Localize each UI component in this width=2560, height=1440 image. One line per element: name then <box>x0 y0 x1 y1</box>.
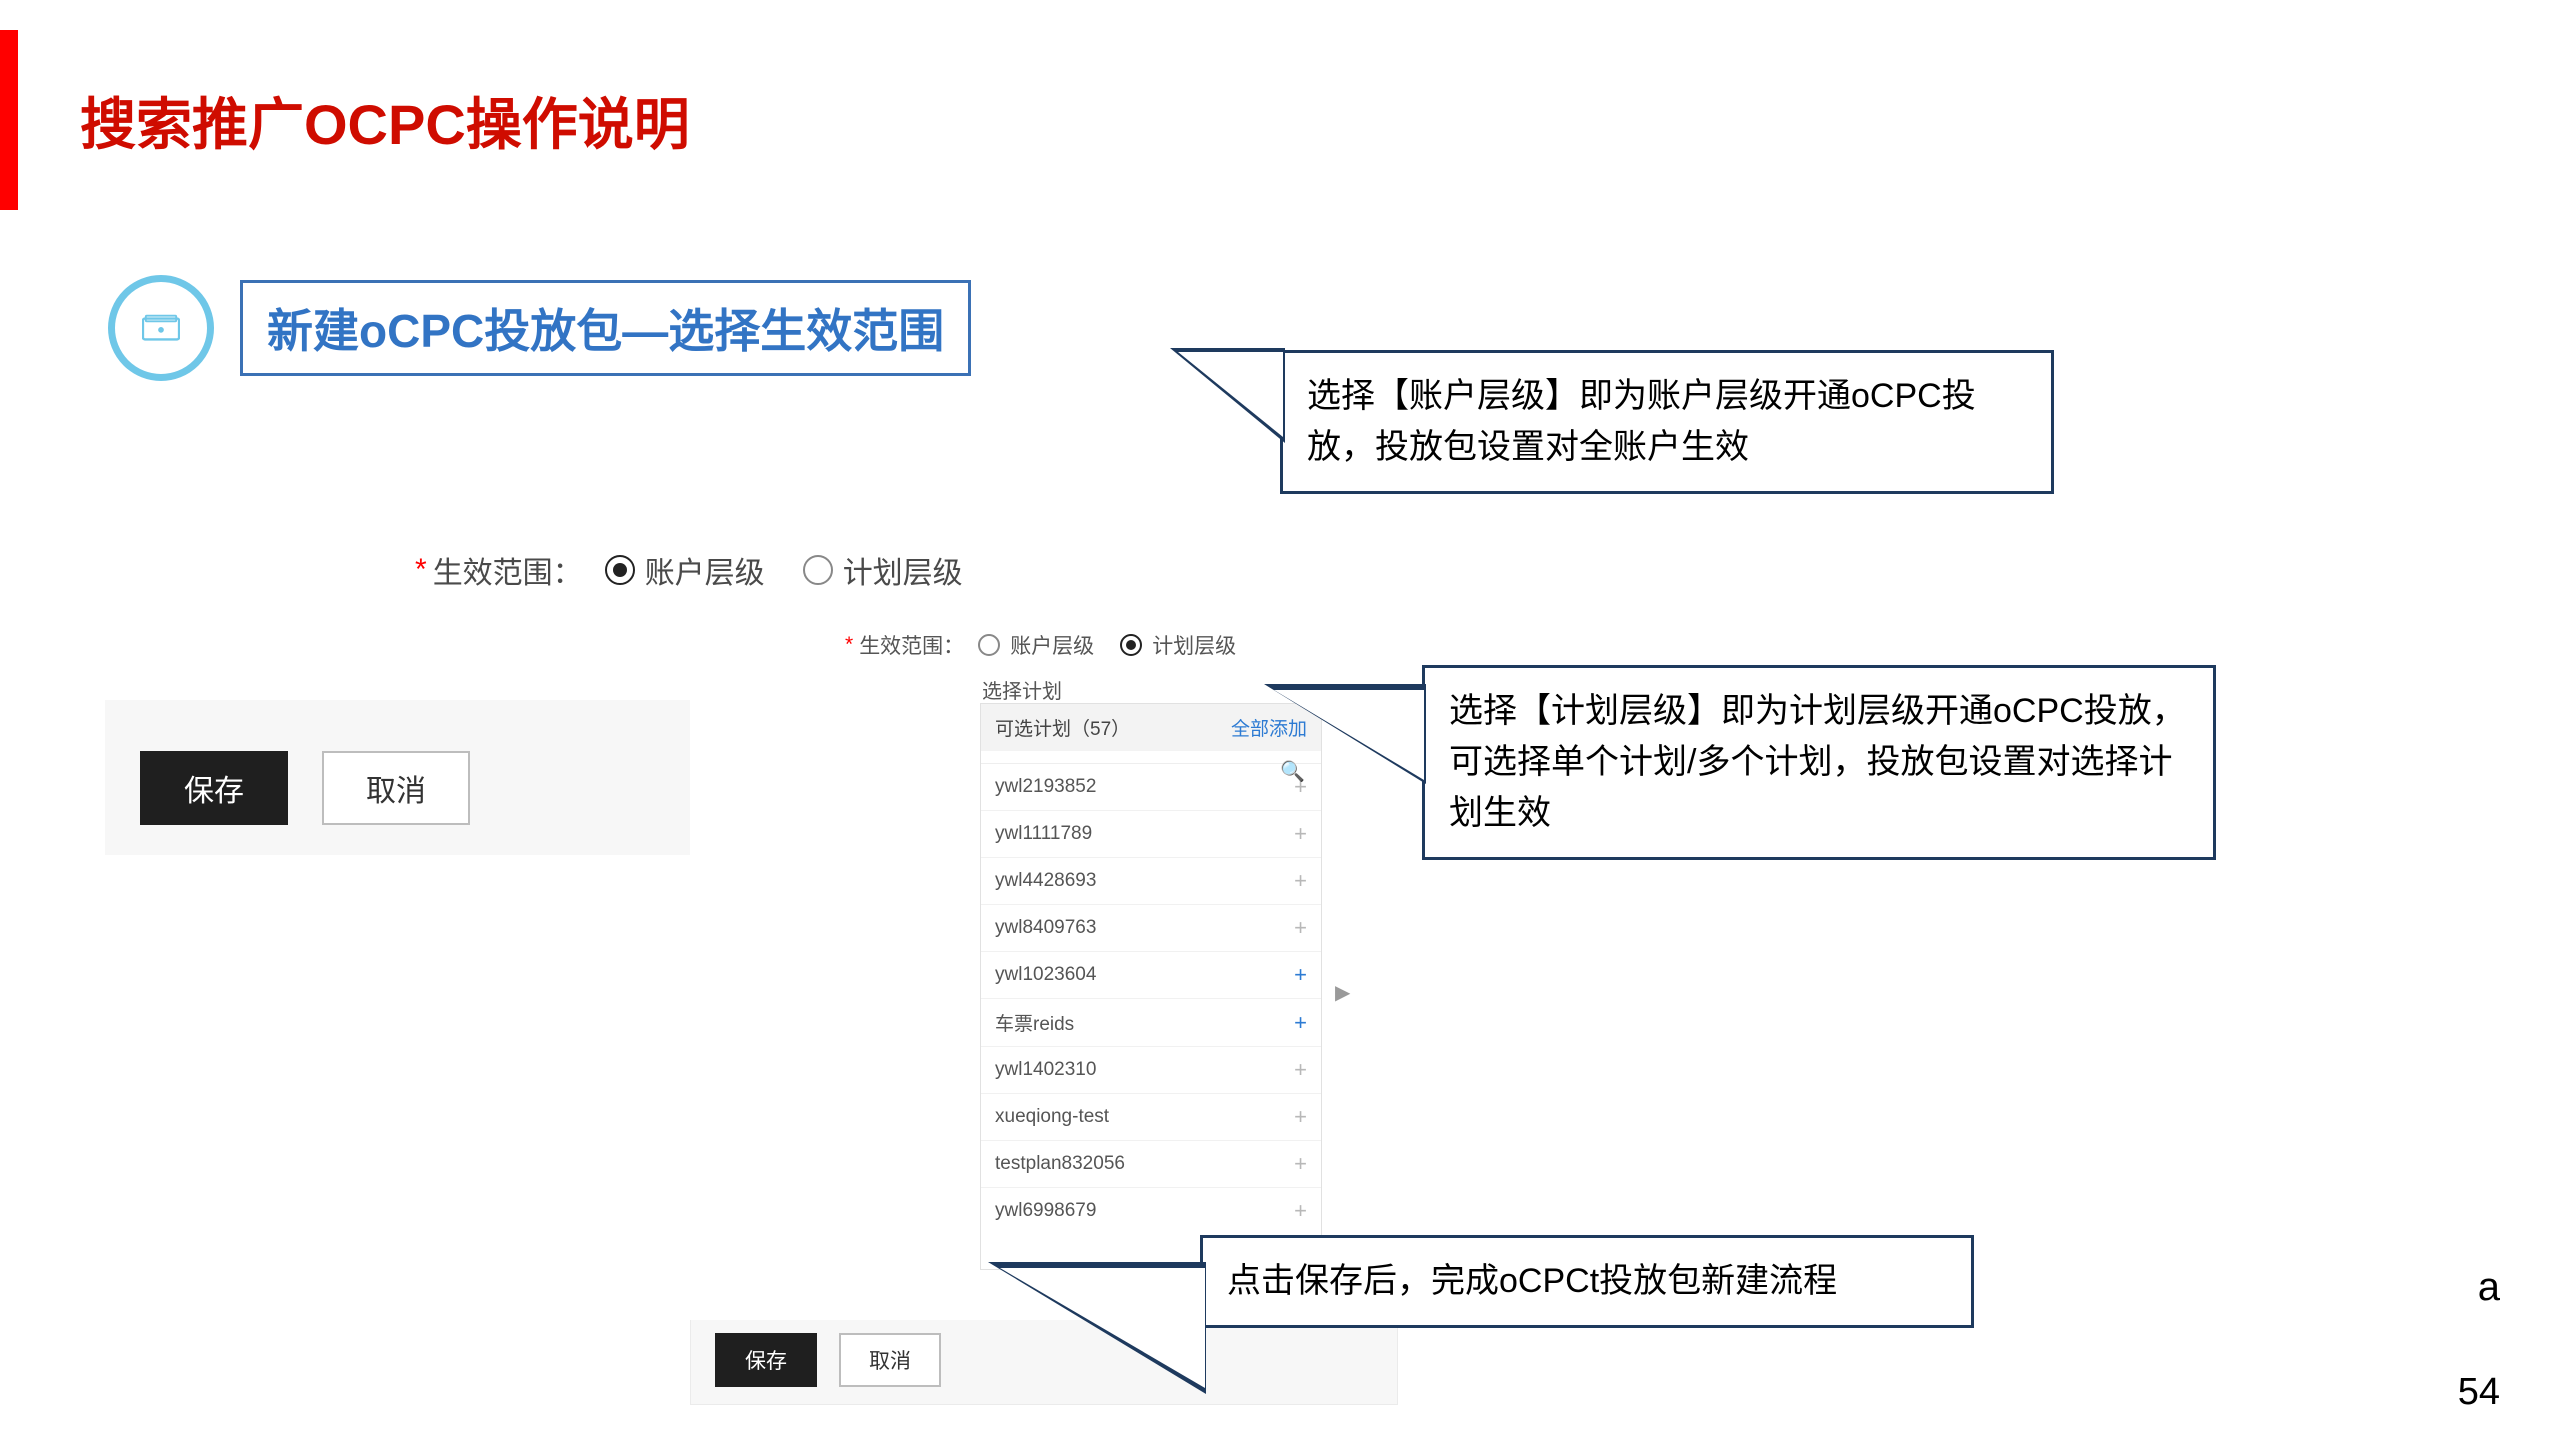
radio-label: 计划层级 <box>1152 630 1236 660</box>
save-button[interactable]: 保存 <box>140 751 288 825</box>
callout-plan: 选择【计划层级】即为计划层级开通oCPC投放，可选择单个计划/多个计划，投放包设… <box>1422 665 2216 860</box>
add-icon[interactable]: + <box>1294 962 1307 988</box>
radio-icon <box>978 634 1000 656</box>
list-item[interactable]: 车票reids + <box>981 999 1321 1047</box>
add-icon[interactable]: + <box>1294 1151 1307 1177</box>
list-item[interactable]: ywl8409763 + <box>981 905 1321 952</box>
radio-account-level[interactable]: 账户层级 <box>978 630 1094 660</box>
radio-label: 计划层级 <box>843 548 963 592</box>
radio-plan-level[interactable]: 计划层级 <box>1120 630 1236 660</box>
plan-name: testplan832056 <box>995 1153 1125 1175</box>
add-icon[interactable]: + <box>1294 915 1307 941</box>
list-item[interactable]: ywl1402310 + <box>981 1047 1321 1094</box>
scope-label: 生效范围： <box>433 548 583 592</box>
radio-label: 账户层级 <box>645 548 765 592</box>
plan-name: ywl2193852 <box>995 776 1096 798</box>
radio-account-level[interactable]: 账户层级 <box>605 548 765 592</box>
plan-name: ywl4428693 <box>995 870 1096 892</box>
list-item[interactable]: xueqiong-test + <box>981 1094 1321 1141</box>
cancel-button[interactable]: 取消 <box>322 751 470 825</box>
add-icon[interactable]: + <box>1294 1057 1307 1083</box>
radio-icon <box>803 555 833 585</box>
list-item[interactable]: testplan832056 + <box>981 1141 1321 1188</box>
plan-name: xueqiong-test <box>995 1106 1109 1128</box>
scope-row-account: * 生效范围： 账户层级 计划层级 <box>415 548 1001 592</box>
save-button[interactable]: 保存 <box>715 1333 817 1387</box>
add-icon[interactable]: + <box>1294 1198 1307 1224</box>
list-item[interactable]: ywl4428693 + <box>981 858 1321 905</box>
list-item[interactable]: ywl6998679 + <box>981 1188 1321 1234</box>
scope-row-plan: * 生效范围： 账户层级 计划层级 <box>845 630 1262 660</box>
radio-icon <box>605 555 635 585</box>
red-accent-bar <box>0 30 18 210</box>
radio-icon <box>1120 634 1142 656</box>
page-number: 54 <box>2458 1371 2500 1414</box>
choose-plan-label: 选择计划 <box>982 675 1062 704</box>
expand-icon[interactable]: ▶ <box>1335 980 1350 1005</box>
plan-picker: 可选计划（57） 全部添加 🔍 ywl2193852+ywl1111789+yw… <box>980 703 1322 1270</box>
actions-account: 保存 取消 <box>140 751 470 825</box>
section-subtitle: 新建oCPC投放包—选择生效范围 <box>240 280 971 376</box>
plan-name: ywl1023604 <box>995 964 1096 986</box>
callout-account: 选择【账户层级】即为账户层级开通oCPC投放，投放包设置对全账户生效 <box>1280 350 2054 494</box>
plan-list: ywl2193852+ywl1111789+ywl4428693+ywl8409… <box>981 764 1321 1269</box>
cancel-button[interactable]: 取消 <box>839 1333 941 1387</box>
callout-pointer <box>1178 352 1283 437</box>
plan-name: ywl1111789 <box>995 823 1092 845</box>
add-icon[interactable]: + <box>1294 1104 1307 1130</box>
plan-name: ywl8409763 <box>995 917 1096 939</box>
list-item[interactable]: ywl1023604 + <box>981 952 1321 999</box>
callout-pointer <box>1000 1268 1205 1388</box>
add-icon[interactable]: + <box>1294 821 1307 847</box>
actions-plan: 保存 取消 <box>715 1333 941 1387</box>
add-icon[interactable]: + <box>1294 1010 1307 1036</box>
radio-plan-level[interactable]: 计划层级 <box>803 548 963 592</box>
plan-name: ywl1402310 <box>995 1059 1096 1081</box>
plan-name: 车票reids <box>995 1009 1074 1036</box>
callout-pointer <box>1274 690 1424 780</box>
radio-label: 账户层级 <box>1010 630 1094 660</box>
list-item[interactable]: ywl1111789 + <box>981 811 1321 858</box>
add-icon[interactable]: + <box>1294 868 1307 894</box>
callout-save: 点击保存后，完成oCPCt投放包新建流程 <box>1200 1235 1974 1328</box>
required-mark: * <box>415 553 427 587</box>
page-title: 搜索推广OCPC操作说明 <box>80 80 690 161</box>
required-mark: * <box>845 633 853 657</box>
stray-text: a <box>2478 1265 2500 1310</box>
plan-name: ywl6998679 <box>995 1200 1096 1222</box>
package-icon <box>108 275 214 381</box>
scope-label: 生效范围： <box>859 630 964 660</box>
available-plans-label: 可选计划（57） <box>995 714 1130 741</box>
